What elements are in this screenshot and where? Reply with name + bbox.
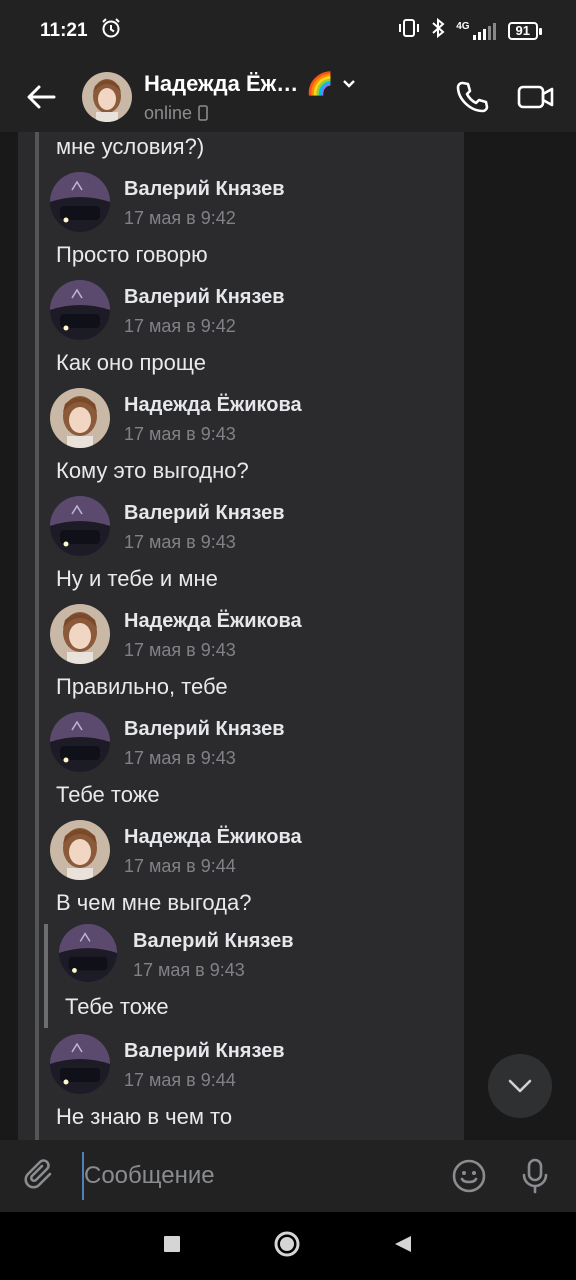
home-button[interactable] bbox=[273, 1230, 301, 1263]
chat-area[interactable]: мне условия?) Валерий Князев 17 мая в 9:… bbox=[0, 132, 576, 1140]
sender-name: Надежда Ёжикова bbox=[124, 610, 302, 632]
recents-button[interactable] bbox=[163, 1235, 181, 1258]
sender-name: Надежда Ёжикова bbox=[124, 394, 302, 416]
message-date: 17 мая в 9:42 bbox=[124, 208, 236, 228]
avatar[interactable] bbox=[50, 820, 110, 880]
avatar[interactable] bbox=[59, 924, 117, 982]
avatar[interactable] bbox=[50, 1034, 110, 1094]
status-bar: 11:21 4G 91 bbox=[0, 0, 576, 62]
message-date: 17 мая в 9:43 bbox=[133, 960, 245, 980]
video-camera-icon bbox=[517, 85, 554, 109]
square-icon bbox=[164, 1235, 180, 1252]
call-button[interactable] bbox=[440, 62, 504, 132]
nested-forwarded-message[interactable]: Валерий Князев 17 мая в 9:43 Тебе тоже bbox=[44, 924, 464, 1028]
message-date: 17 мая в 9:42 bbox=[124, 316, 236, 336]
message-text: В чем мне выгода? bbox=[56, 890, 252, 915]
signal-icon: 4G bbox=[456, 21, 497, 41]
contact-name-text: Надежда Ёж… bbox=[144, 70, 299, 96]
bluetooth-icon bbox=[430, 17, 446, 45]
message-text: Просто говорю bbox=[56, 242, 208, 267]
microphone-icon bbox=[522, 1158, 548, 1194]
sender-name: Валерий Князев bbox=[124, 286, 285, 308]
scroll-down-button[interactable] bbox=[488, 1054, 552, 1118]
phone-icon bbox=[456, 81, 489, 113]
message-text: Ну и тебе и мне bbox=[56, 566, 218, 591]
avatar[interactable] bbox=[50, 280, 110, 340]
message-input[interactable] bbox=[82, 1152, 436, 1200]
triangle-back-icon bbox=[395, 1235, 411, 1252]
forwarded-messages[interactable]: мне условия?) Валерий Князев 17 мая в 9:… bbox=[18, 132, 464, 1140]
contact-name: Надежда Ёж… 🌈 bbox=[144, 71, 440, 97]
screen: 11:21 4G 91 Надежда Ёж… 🌈 online мне усл… bbox=[0, 0, 576, 1280]
avatar[interactable] bbox=[50, 172, 110, 232]
sender-name: Валерий Князев bbox=[124, 1040, 285, 1062]
status-text: online bbox=[144, 102, 193, 123]
message-composer bbox=[0, 1140, 576, 1212]
back-nav-button[interactable] bbox=[393, 1234, 413, 1259]
circle-icon bbox=[274, 1231, 300, 1256]
message-date: 17 мая в 9:44 bbox=[124, 856, 236, 876]
status-icons: 4G 91 bbox=[398, 17, 543, 45]
system-nav-bar bbox=[0, 1212, 576, 1280]
mobile-icon bbox=[198, 105, 208, 121]
voice-message-button[interactable] bbox=[502, 1140, 568, 1212]
avatar[interactable] bbox=[50, 496, 110, 556]
message-date: 17 мая в 9:44 bbox=[124, 1070, 236, 1090]
chevron-down-icon bbox=[508, 1079, 532, 1093]
battery-indicator: 91 bbox=[507, 22, 543, 40]
alarm-icon bbox=[100, 17, 122, 45]
sender-name: Надежда Ёжикова bbox=[124, 826, 302, 848]
sender-name: Валерий Князев bbox=[133, 930, 294, 952]
contact-status: online bbox=[144, 103, 440, 124]
rainbow-emoji: 🌈 bbox=[306, 70, 334, 96]
message-date: 17 мая в 9:43 bbox=[124, 748, 236, 768]
message-text: Кому это выгодно? bbox=[56, 458, 249, 483]
message-text: Тебе тоже bbox=[56, 782, 160, 807]
chat-header: Надежда Ёж… 🌈 online bbox=[0, 62, 576, 132]
message-text: мне условия?) bbox=[56, 134, 205, 159]
header-info[interactable]: Надежда Ёж… 🌈 online bbox=[144, 71, 440, 124]
avatar[interactable] bbox=[50, 712, 110, 772]
back-button[interactable] bbox=[0, 62, 82, 132]
status-time: 11:21 bbox=[40, 20, 88, 41]
avatar[interactable] bbox=[50, 604, 110, 664]
message-text: Правильно, тебе bbox=[56, 674, 228, 699]
sender-name: Валерий Князев bbox=[124, 502, 285, 524]
message-date: 17 мая в 9:43 bbox=[124, 640, 236, 660]
video-call-button[interactable] bbox=[504, 62, 568, 132]
message-date: 17 мая в 9:43 bbox=[124, 424, 236, 444]
sender-name: Валерий Князев bbox=[124, 178, 285, 200]
message-text: Как оно проще bbox=[56, 350, 206, 375]
message-text: Не знаю в чем то bbox=[56, 1104, 233, 1129]
network-type: 4G bbox=[456, 21, 470, 32]
message-text: Тебе тоже bbox=[65, 994, 169, 1019]
chevron-down-icon bbox=[342, 79, 355, 88]
vibrate-icon bbox=[398, 17, 420, 45]
attach-button[interactable] bbox=[0, 1140, 82, 1212]
contact-avatar[interactable] bbox=[82, 72, 132, 122]
paperclip-icon bbox=[24, 1159, 52, 1189]
message-date: 17 мая в 9:43 bbox=[124, 532, 236, 552]
avatar[interactable] bbox=[50, 388, 110, 448]
sender-name: Валерий Князев bbox=[124, 718, 285, 740]
smile-icon bbox=[452, 1159, 486, 1193]
back-arrow-icon bbox=[27, 85, 56, 109]
emoji-button[interactable] bbox=[436, 1140, 502, 1212]
